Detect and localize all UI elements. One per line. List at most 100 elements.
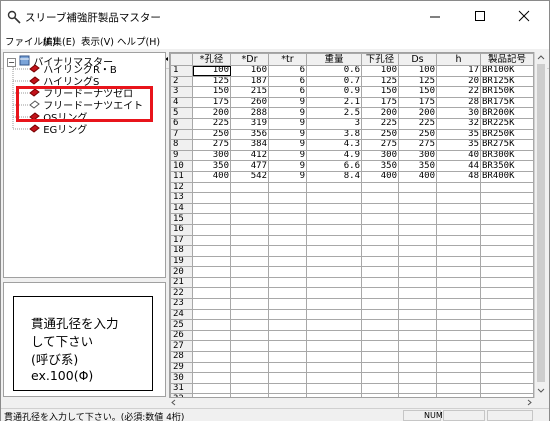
table-cell[interactable]: 9 [268, 139, 307, 151]
row-number[interactable]: 31 [170, 382, 193, 395]
table-cell[interactable]: BR400K [480, 170, 534, 183]
table-cell[interactable]: 350 [361, 160, 399, 172]
table-cell[interactable] [436, 319, 481, 331]
row-number[interactable]: 21 [170, 276, 193, 289]
table-cell[interactable] [230, 223, 269, 236]
table-cell[interactable] [480, 223, 534, 236]
table-cell[interactable] [306, 245, 362, 257]
column-header[interactable]: h [436, 53, 481, 66]
table-cell[interactable]: 356 [230, 128, 269, 141]
table-cell[interactable]: 48 [436, 170, 481, 183]
table-cell[interactable] [306, 234, 362, 247]
table-cell[interactable] [306, 329, 362, 342]
table-cell[interactable]: 250 [361, 128, 399, 141]
table-cell[interactable] [268, 329, 307, 342]
table-cell[interactable]: 8.4 [306, 170, 362, 183]
table-cell[interactable] [480, 308, 534, 321]
table-cell[interactable] [268, 287, 307, 300]
table-cell[interactable]: BR175K [480, 96, 534, 109]
row-number[interactable]: 14 [170, 202, 193, 215]
table-cell[interactable] [192, 340, 231, 353]
table-cell[interactable] [398, 276, 437, 289]
table-cell[interactable]: 28 [436, 96, 481, 109]
table-cell[interactable]: 2.1 [306, 96, 362, 109]
table-cell[interactable]: 100 [192, 65, 231, 77]
table-cell[interactable] [361, 308, 399, 321]
table-cell[interactable]: BR300K [480, 149, 534, 162]
table-cell[interactable]: BR225K [480, 117, 534, 130]
table-cell[interactable]: 125 [361, 75, 399, 88]
table-cell[interactable] [230, 192, 269, 204]
table-cell[interactable] [480, 287, 534, 300]
table-cell[interactable] [398, 361, 437, 374]
table-cell[interactable] [398, 287, 437, 300]
table-cell[interactable] [361, 266, 399, 278]
table-cell[interactable] [398, 266, 437, 278]
table-cell[interactable] [230, 308, 269, 321]
row-number[interactable]: 20 [170, 266, 193, 278]
table-cell[interactable]: 35 [436, 139, 481, 151]
table-cell[interactable] [361, 276, 399, 289]
table-cell[interactable] [268, 181, 307, 194]
table-cell[interactable]: 9 [268, 128, 307, 141]
table-cell[interactable] [192, 308, 231, 321]
table-cell[interactable]: 17 [436, 65, 481, 77]
table-cell[interactable] [192, 245, 231, 257]
table-cell[interactable] [230, 234, 269, 247]
table-cell[interactable]: 175 [192, 96, 231, 109]
table-cell[interactable]: 225 [361, 117, 399, 130]
table-cell[interactable] [230, 372, 269, 384]
table-cell[interactable] [268, 382, 307, 395]
row-number[interactable]: 17 [170, 234, 193, 247]
table-cell[interactable]: 350 [398, 160, 437, 172]
table-cell[interactable] [268, 266, 307, 278]
table-cell[interactable] [306, 361, 362, 374]
table-cell[interactable] [192, 382, 231, 395]
table-cell[interactable] [436, 308, 481, 321]
table-cell[interactable]: 412 [230, 149, 269, 162]
column-header[interactable]: 下孔径 [361, 53, 399, 66]
table-cell[interactable]: 6 [268, 86, 307, 98]
table-cell[interactable] [268, 319, 307, 331]
table-cell[interactable] [480, 234, 534, 247]
table-cell[interactable]: 9 [268, 96, 307, 109]
table-cell[interactable] [398, 308, 437, 321]
table-cell[interactable] [268, 213, 307, 225]
row-number[interactable]: 29 [170, 361, 193, 374]
table-cell[interactable] [480, 245, 534, 257]
table-cell[interactable] [361, 181, 399, 194]
table-cell[interactable]: 9 [268, 170, 307, 183]
table-cell[interactable]: 6 [268, 65, 307, 77]
table-cell[interactable] [436, 192, 481, 204]
table-cell[interactable]: 9 [268, 117, 307, 130]
table-cell[interactable] [436, 245, 481, 257]
table-cell[interactable] [436, 287, 481, 300]
table-cell[interactable] [192, 298, 231, 310]
table-cell[interactable]: 9 [268, 149, 307, 162]
menu-view[interactable]: 表示(V) [81, 34, 114, 48]
table-cell[interactable] [268, 255, 307, 268]
table-cell[interactable]: 4.9 [306, 149, 362, 162]
table-cell[interactable]: 22 [436, 86, 481, 98]
table-cell[interactable] [268, 340, 307, 353]
table-cell[interactable]: 200 [192, 107, 231, 119]
table-cell[interactable]: 125 [192, 75, 231, 88]
table-cell[interactable] [306, 287, 362, 300]
table-cell[interactable] [230, 266, 269, 278]
table-cell[interactable] [306, 340, 362, 353]
row-number[interactable]: 19 [170, 255, 193, 268]
table-cell[interactable]: 30 [436, 107, 481, 119]
table-cell[interactable] [480, 192, 534, 204]
table-cell[interactable] [398, 202, 437, 215]
table-cell[interactable] [306, 213, 362, 225]
table-cell[interactable]: 400 [361, 170, 399, 183]
table-cell[interactable]: BR275K [480, 139, 534, 151]
table-cell[interactable] [230, 340, 269, 353]
table-cell[interactable] [306, 192, 362, 204]
column-header[interactable]: Ds [398, 53, 437, 66]
table-cell[interactable] [230, 361, 269, 374]
table-cell[interactable] [436, 340, 481, 353]
table-cell[interactable] [230, 181, 269, 194]
table-cell[interactable] [230, 202, 269, 215]
table-cell[interactable] [192, 234, 231, 247]
